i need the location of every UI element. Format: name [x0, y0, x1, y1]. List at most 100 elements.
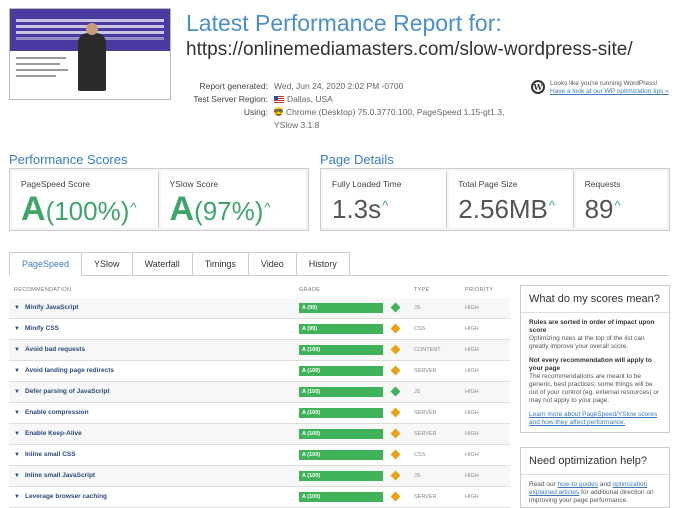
report-meta: Report generated: Wed, Jun 24, 2020 2:02…: [186, 80, 504, 132]
table-row[interactable]: ▼ Inline small JavaScript A (100) JS HIGH: [9, 466, 510, 487]
trend-up-icon: ^: [264, 200, 271, 215]
yslow-grade: A: [169, 190, 195, 228]
trend-diamond-icon: [390, 365, 401, 376]
expand-caret-icon[interactable]: ▼: [14, 494, 20, 500]
recommendation-type: CSS: [414, 452, 426, 458]
page-screenshot-thumbnail: [9, 8, 171, 100]
wordpress-tips-link[interactable]: Have a look at our WP optimization tips …: [550, 88, 669, 96]
recommendation-name[interactable]: Inline small JavaScript: [25, 472, 95, 479]
recommendation-type: JS: [414, 473, 421, 479]
expand-caret-icon[interactable]: ▼: [14, 473, 20, 479]
trend-diamond-icon: [390, 470, 401, 481]
table-row[interactable]: ▼ Minify JavaScript A (99) JS HIGH: [9, 298, 510, 319]
page-size-value: 2.56MB: [458, 194, 548, 224]
grade-bar: A (100): [299, 471, 383, 481]
recommendation-type: JS: [414, 305, 421, 311]
report-tabs: PageSpeed YSlow Waterfall Timings Video …: [9, 252, 669, 276]
tab-pagespeed[interactable]: PageSpeed: [9, 252, 83, 276]
table-row[interactable]: ▼ Enable compression A (100) SERVER HIGH: [9, 403, 510, 424]
expand-caret-icon[interactable]: ▼: [14, 431, 20, 437]
recommendation-priority: HIGH: [465, 347, 479, 353]
trend-up-icon: ^: [382, 198, 389, 213]
recommendation-name[interactable]: Avoid bad requests: [25, 346, 85, 353]
table-row[interactable]: ▼ Avoid bad requests A (100) CONTENT HIGH: [9, 340, 510, 361]
performance-scores-title: Performance Scores: [9, 152, 128, 167]
report-url[interactable]: https://onlinemediamasters.com/slow-word…: [186, 39, 633, 61]
scores-help-title: What do my scores mean?: [521, 286, 669, 313]
tab-video[interactable]: Video: [247, 252, 297, 275]
expand-caret-icon[interactable]: ▼: [14, 326, 20, 332]
grade-bar: A (99): [299, 303, 383, 313]
recommendation-type: CONTENT: [414, 347, 441, 353]
table-row[interactable]: ▼ Inline small CSS A (100) CSS HIGH: [9, 445, 510, 466]
grade-bar: A (100): [299, 408, 383, 418]
grade-bar: A (100): [299, 366, 383, 376]
recommendation-name[interactable]: Enable Keep-Alive: [25, 430, 82, 437]
page-details-title: Page Details: [320, 152, 394, 167]
table-row[interactable]: ▼ Minify CSS A (99) CSS HIGH: [9, 319, 510, 340]
wordpress-notice: W Looks like you're running WordPress! H…: [531, 80, 669, 96]
col-grade: GRADE: [299, 287, 321, 293]
fully-loaded-value: 1.3s: [332, 194, 382, 224]
page-size-label: Total Page Size: [458, 179, 518, 189]
performance-scores-panel: PageSpeed Score A(100%)^ YSlow Score A(9…: [9, 168, 309, 231]
meta-value-using: Chrome (Desktop) 75.0.3770.100, PageSpee…: [286, 107, 505, 117]
total-page-size: Total Page Size 2.56MB^: [449, 171, 574, 228]
scores-help-text-1: Optimizing rules at the top of the list …: [529, 335, 645, 350]
recommendation-priority: HIGH: [465, 389, 479, 395]
recommendation-priority: HIGH: [465, 473, 479, 479]
recommendation-name[interactable]: Defer parsing of JavaScript: [25, 388, 110, 395]
recommendation-name[interactable]: Minify JavaScript: [25, 304, 78, 311]
tab-history[interactable]: History: [295, 252, 350, 275]
meta-value-region: Dallas, USA: [287, 94, 333, 104]
table-row[interactable]: ▼ Avoid landing page redirects A (100) SERV…: [9, 361, 510, 382]
recommendation-type: SERVER: [414, 368, 437, 374]
table-row[interactable]: ▼ Defer parsing of JavaScript A (100) JS HIG…: [9, 382, 510, 403]
expand-caret-icon[interactable]: ▼: [14, 368, 20, 374]
recommendation-name[interactable]: Avoid landing page redirects: [25, 367, 114, 374]
recommendation-name[interactable]: Minify CSS: [25, 325, 59, 332]
pagespeed-grade: A: [21, 190, 46, 228]
expand-caret-icon[interactable]: ▼: [14, 347, 20, 353]
meta-label-region: Test Server Region:: [193, 94, 268, 104]
recommendation-priority: HIGH: [465, 431, 479, 437]
requests: Requests 89^: [575, 171, 667, 228]
wordpress-icon: W: [531, 80, 545, 94]
trend-diamond-icon: [390, 428, 401, 439]
thumbnail-person-image: [78, 23, 106, 91]
table-row[interactable]: ▼ Enable Keep-Alive A (100) SERVER HIGH: [9, 424, 510, 445]
table-row[interactable]: ▼ Leverage browser caching A (100) SERVER HI…: [9, 487, 510, 508]
recommendation-type: SERVER: [414, 431, 437, 437]
meta-value-using-yslow: YSlow 3.1.8: [274, 120, 320, 130]
expand-caret-icon[interactable]: ▼: [14, 389, 20, 395]
recommendation-name[interactable]: Leverage browser caching: [25, 493, 107, 500]
trend-diamond-icon: [390, 323, 401, 334]
learn-more-link[interactable]: Learn more about PageSpeed/YSlow scores …: [529, 411, 657, 426]
recommendation-type: CSS: [414, 326, 426, 332]
fully-loaded-time: Fully Loaded Time 1.3s^: [323, 171, 448, 228]
tab-yslow[interactable]: YSlow: [81, 252, 133, 275]
expand-caret-icon[interactable]: ▼: [14, 410, 20, 416]
grade-bar: A (100): [299, 450, 383, 460]
recommendation-priority: HIGH: [465, 494, 479, 500]
recommendation-type: JS: [414, 389, 421, 395]
yslow-score-label: YSlow Score: [169, 179, 219, 189]
optimization-help-box: Need optimization help? Read our how-to …: [520, 447, 670, 508]
optimization-help-title: Need optimization help?: [521, 448, 669, 475]
trend-diamond-icon: [390, 344, 401, 355]
scores-help-heading-2: Not every recommendation will apply to y…: [529, 357, 652, 372]
trend-diamond-icon: [390, 302, 401, 313]
recommendation-name[interactable]: Enable compression: [25, 409, 89, 416]
recommendation-name[interactable]: Inline small CSS: [25, 451, 76, 458]
grade-bar: A (100): [299, 387, 383, 397]
tab-waterfall[interactable]: Waterfall: [131, 252, 193, 275]
pagespeed-score: PageSpeed Score A(100%)^: [12, 171, 159, 228]
col-recommendation: RECOMMENDATION: [14, 287, 72, 293]
tab-timings[interactable]: Timings: [191, 252, 249, 275]
yslow-score: YSlow Score A(97%)^: [160, 171, 306, 228]
trend-diamond-icon: [390, 407, 401, 418]
col-priority: PRIORITY: [465, 287, 494, 293]
expand-caret-icon[interactable]: ▼: [14, 452, 20, 458]
expand-caret-icon[interactable]: ▼: [14, 305, 20, 311]
how-to-guides-link[interactable]: how-to guides: [558, 481, 598, 488]
